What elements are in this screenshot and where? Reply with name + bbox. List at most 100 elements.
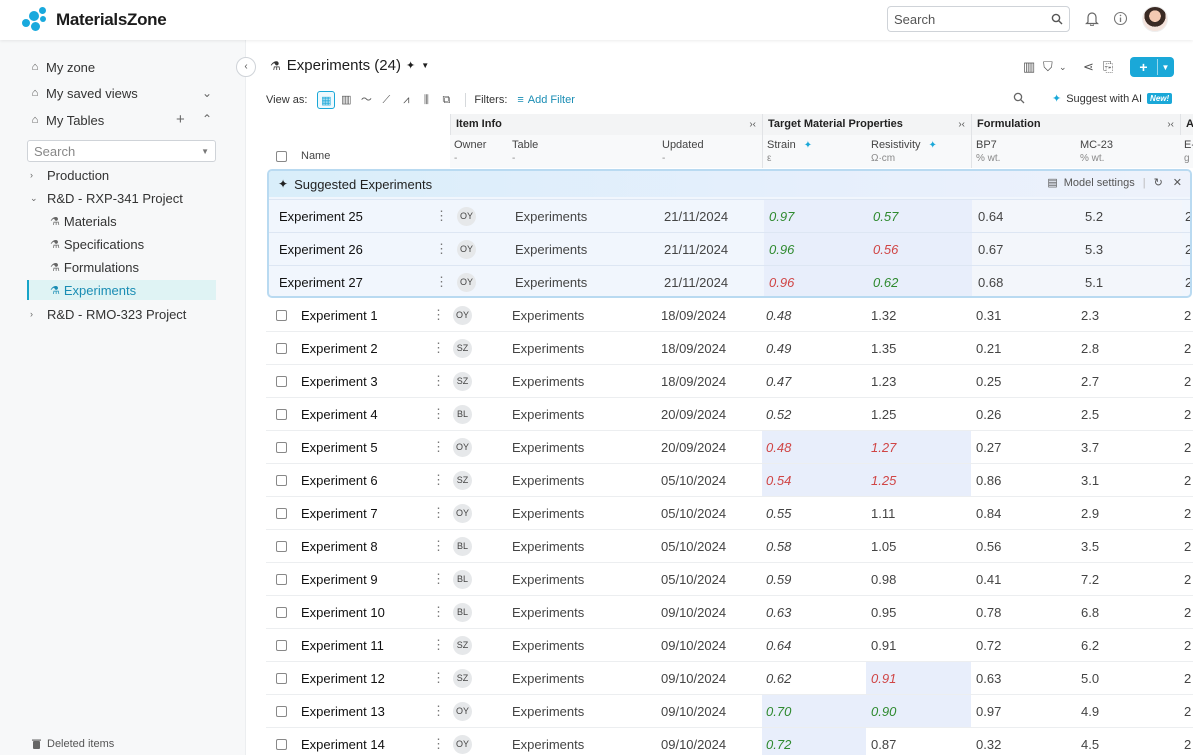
more-options-icon[interactable]: ⋮ [432, 695, 445, 727]
row-mc23[interactable]: 7.2 [1076, 563, 1180, 595]
table-row[interactable]: Experiment 14 ⋮ OY Experiments 09/10/2024 0.7… [266, 728, 1193, 755]
collapse-arrows-icon[interactable]: ›‹ [1167, 114, 1174, 135]
row-strain[interactable]: 0.62 [762, 662, 866, 694]
row-mc23[interactable]: 5.1 [1077, 266, 1182, 296]
row-bp7[interactable]: 0.63 [971, 662, 1076, 694]
row-e[interactable]: 2 [1184, 332, 1191, 364]
row-mc23[interactable]: 3.7 [1076, 431, 1180, 463]
add-filter-button[interactable]: ≡ Add Filter [517, 94, 575, 106]
row-resistivity[interactable]: 0.98 [866, 563, 971, 595]
row-strain[interactable]: 0.58 [762, 530, 866, 562]
row-strain[interactable]: 0.48 [762, 431, 866, 463]
row-resistivity[interactable]: 1.35 [866, 332, 971, 364]
row-checkbox[interactable] [276, 739, 287, 750]
group-additional[interactable]: A [1180, 114, 1193, 135]
row-name[interactable]: Experiment 8 [301, 530, 378, 562]
row-resistivity[interactable]: 1.11 [866, 497, 971, 529]
tree-item-formulations[interactable]: ⚗ Formulations [50, 257, 139, 277]
row-bp7[interactable]: 0.68 [972, 266, 1077, 296]
page-title[interactable]: ⚗ Experiments (24) ✦ ▼ [270, 57, 429, 74]
row-name[interactable]: Experiment 13 [301, 695, 385, 727]
export-icon[interactable]: ⎘ [1103, 59, 1113, 75]
table-view-icon[interactable]: ▦ [317, 91, 336, 109]
row-name[interactable]: Experiment 25 [279, 200, 363, 232]
row-strain[interactable]: 0.63 [762, 596, 866, 628]
row-strain[interactable]: 0.96 [764, 266, 867, 296]
bar-chart-view-icon[interactable]: ▥ [337, 91, 355, 109]
row-checkbox[interactable] [276, 409, 287, 420]
row-name[interactable]: Experiment 5 [301, 431, 378, 463]
col-mc23[interactable]: MC-23 % wt. [1076, 135, 1180, 168]
row-strain[interactable]: 0.55 [762, 497, 866, 529]
suggested-row[interactable]: Experiment 27 ⋮ OY Experiments 21/11/202… [269, 265, 1190, 296]
row-e[interactable]: 2 [1185, 233, 1190, 265]
more-options-icon[interactable]: ⋮ [432, 464, 445, 496]
row-mc23[interactable]: 6.8 [1076, 596, 1180, 628]
collapse-arrows-icon[interactable]: ›‹ [749, 114, 756, 135]
table-row[interactable]: Experiment 1 ⋮ OY Experiments 18/09/2024 0.48… [266, 299, 1193, 332]
global-search-input[interactable]: Search [887, 6, 1070, 32]
row-name[interactable]: Experiment 4 [301, 398, 378, 430]
area-chart-view-icon[interactable]: ⩘ [397, 91, 415, 109]
search-icon[interactable] [1013, 92, 1025, 107]
trend-chart-view-icon[interactable]: ⟋ [377, 91, 395, 109]
row-strain[interactable]: 0.48 [762, 299, 866, 331]
row-mc23[interactable]: 2.7 [1076, 365, 1180, 397]
row-strain[interactable]: 0.59 [762, 563, 866, 595]
row-resistivity[interactable]: 1.25 [866, 398, 971, 430]
row-name[interactable]: Experiment 14 [301, 728, 385, 755]
row-name[interactable]: Experiment 6 [301, 464, 378, 496]
row-mc23[interactable]: 4.9 [1076, 695, 1180, 727]
row-resistivity[interactable]: 1.25 [866, 464, 971, 496]
tree-item-experiments[interactable]: ⚗ Experiments [27, 280, 216, 300]
row-bp7[interactable]: 0.84 [971, 497, 1076, 529]
info-icon[interactable] [1111, 11, 1129, 29]
row-mc23[interactable]: 2.3 [1076, 299, 1180, 331]
row-bp7[interactable]: 0.72 [971, 629, 1076, 661]
more-options-icon[interactable]: ⋮ [432, 530, 445, 562]
refresh-icon[interactable]: ↻ [1154, 176, 1163, 189]
row-bp7[interactable]: 0.86 [971, 464, 1076, 496]
row-resistivity[interactable]: 0.95 [866, 596, 971, 628]
row-checkbox[interactable] [276, 376, 287, 387]
col-table[interactable]: Table - [508, 135, 658, 168]
add-table-icon[interactable]: + [176, 111, 185, 128]
columns-icon[interactable]: ▥ [1023, 59, 1035, 75]
tree-item-rxp-341[interactable]: ⌄ R&D - RXP-341 Project [30, 188, 183, 208]
more-options-icon[interactable]: ⋮ [432, 497, 445, 529]
row-e[interactable]: 2 [1184, 497, 1191, 529]
row-resistivity[interactable]: 0.62 [867, 266, 972, 296]
row-mc23[interactable]: 5.0 [1076, 662, 1180, 694]
select-all-checkbox[interactable] [276, 151, 287, 162]
row-e[interactable]: 2 [1184, 563, 1191, 595]
row-mc23[interactable]: 3.5 [1076, 530, 1180, 562]
row-strain[interactable]: 0.54 [762, 464, 866, 496]
table-row[interactable]: Experiment 9 ⋮ BL Experiments 05/10/2024 0.59… [266, 563, 1193, 596]
table-row[interactable]: Experiment 11 ⋮ SZ Experiments 09/10/2024 0.6… [266, 629, 1193, 662]
row-e[interactable]: 2 [1184, 464, 1191, 496]
share-icon[interactable]: ⋖ [1083, 59, 1094, 75]
row-resistivity[interactable]: 1.23 [866, 365, 971, 397]
more-options-icon[interactable]: ⋮ [432, 365, 445, 397]
row-mc23[interactable]: 2.5 [1076, 398, 1180, 430]
row-bp7[interactable]: 0.67 [972, 233, 1077, 265]
model-settings-button[interactable]: Model settings [1064, 177, 1135, 189]
table-row[interactable]: Experiment 6 ⋮ SZ Experiments 05/10/2024 0.54… [266, 464, 1193, 497]
more-options-icon[interactable]: ⋮ [432, 596, 445, 628]
chevron-down-icon[interactable]: ⌄ [1059, 62, 1067, 73]
collapse-sidebar-button[interactable]: ‹ [236, 57, 256, 77]
row-mc23[interactable]: 2.8 [1076, 332, 1180, 364]
row-checkbox[interactable] [276, 310, 287, 321]
row-bp7[interactable]: 0.25 [971, 365, 1076, 397]
tree-item-production[interactable]: › Production [30, 165, 109, 185]
more-options-icon[interactable]: ⋮ [432, 332, 445, 364]
row-strain[interactable]: 0.52 [762, 398, 866, 430]
row-checkbox[interactable] [276, 541, 287, 552]
table-row[interactable]: Experiment 5 ⋮ OY Experiments 20/09/2024 0.48… [266, 431, 1193, 464]
row-e[interactable]: 2 [1184, 596, 1191, 628]
row-bp7[interactable]: 0.27 [971, 431, 1076, 463]
row-name[interactable]: Experiment 9 [301, 563, 378, 595]
more-options-icon[interactable]: ⋮ [435, 233, 448, 265]
row-bp7[interactable]: 0.21 [971, 332, 1076, 364]
suggested-row[interactable]: Experiment 26 ⋮ OY Experiments 21/11/202… [269, 232, 1190, 265]
